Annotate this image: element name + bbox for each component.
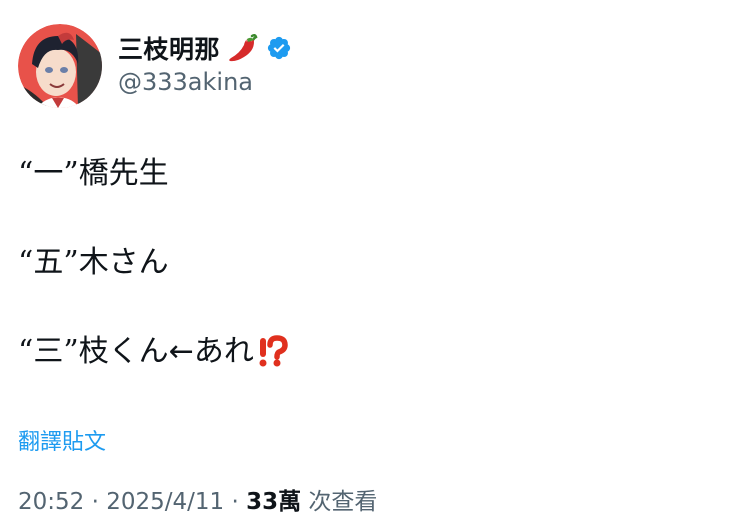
close-quote: ”	[63, 245, 79, 280]
author-name-row[interactable]: 三枝明那	[118, 30, 292, 66]
hot-pepper-icon	[226, 31, 260, 65]
tweet-date[interactable]: 2025/4/11	[106, 489, 224, 515]
meta-separator: ·	[224, 489, 247, 515]
quoted-char: 一	[33, 156, 64, 191]
quoted-char: 五	[33, 245, 64, 280]
translate-post-link[interactable]: 翻譯貼文	[18, 424, 106, 456]
display-name[interactable]: 三枝明那	[118, 30, 220, 66]
views-label[interactable]: 次查看	[301, 489, 377, 515]
line-rest: 橋先生	[78, 156, 169, 191]
line-rest: 木さん	[78, 245, 169, 280]
tweet-line: “一” 橋先生	[18, 152, 290, 196]
tweet-text: “一” 橋先生 “五” 木さん “三” 枝くん←あれ	[18, 152, 290, 419]
tweet-line: “五” 木さん	[18, 241, 290, 285]
tweet-time[interactable]: 20:52	[18, 489, 84, 515]
tweet-line: “三” 枝くん←あれ	[18, 330, 290, 374]
views-count[interactable]: 33萬	[246, 489, 301, 515]
interrobang-icon	[256, 335, 290, 369]
open-quote: “	[18, 334, 34, 369]
close-quote: ”	[63, 156, 79, 191]
close-quote: ”	[63, 334, 79, 369]
meta-separator: ·	[84, 489, 107, 515]
line-rest: 枝くん←あれ	[78, 334, 254, 369]
quoted-char: 三	[33, 334, 64, 369]
open-quote: “	[18, 156, 34, 191]
avatar-image	[18, 24, 102, 108]
author-handle[interactable]: @333akina	[118, 68, 253, 96]
verified-badge-icon[interactable]	[266, 35, 292, 61]
avatar[interactable]	[18, 24, 102, 108]
tweet-meta: 20:52 · 2025/4/11 · 33萬 次查看	[18, 482, 377, 516]
open-quote: “	[18, 245, 34, 280]
